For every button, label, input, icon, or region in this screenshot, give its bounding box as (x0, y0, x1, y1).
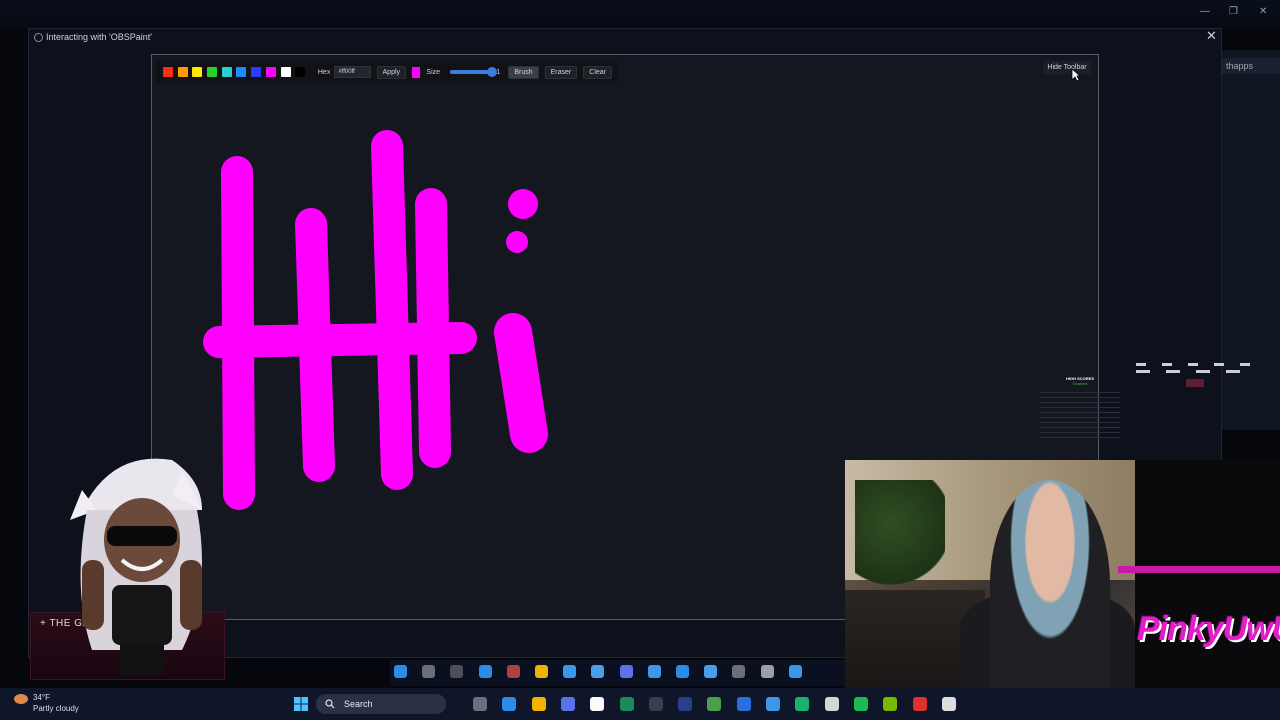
color-swatch[interactable] (295, 67, 306, 77)
dialog-close-button[interactable]: ✕ (1206, 28, 1217, 44)
size-slider[interactable] (450, 67, 498, 77)
color-swatch[interactable] (280, 67, 291, 77)
taskbar-app-icon[interactable] (736, 697, 751, 711)
weather-icon[interactable] (14, 694, 28, 704)
preview-app-icon (450, 665, 464, 678)
preview-app-icon (422, 665, 436, 678)
minimize-icon[interactable]: — (1200, 6, 1210, 17)
color-swatch[interactable] (251, 67, 262, 77)
taskbar-app-icon[interactable] (619, 697, 634, 711)
windows-taskbar (0, 688, 1280, 720)
taskbar-app-icon[interactable] (883, 697, 898, 711)
vtuber-avatar (70, 458, 202, 675)
taskbar-search[interactable]: Search (316, 694, 446, 714)
size-label: Size (426, 68, 441, 76)
weather-temp[interactable]: 34°F (33, 693, 50, 702)
color-swatches (163, 67, 310, 77)
brush-stroke (494, 313, 548, 453)
preview-app-icon (591, 665, 605, 678)
color-swatch[interactable] (177, 67, 188, 77)
taskbar-app-icon[interactable] (853, 697, 868, 711)
eraser-button[interactable]: Eraser (544, 65, 578, 79)
preview-app-icon (676, 665, 689, 678)
taskbar-app-icon[interactable] (531, 697, 546, 711)
clear-button[interactable]: Clear (583, 65, 612, 79)
streamer-logo: PinkyUwU (1137, 610, 1280, 648)
color-swatch[interactable] (236, 67, 247, 77)
background-app-titlebar (0, 0, 1280, 28)
high-scores-subtitle: Channel (1072, 381, 1088, 386)
preview-app-icon (535, 665, 548, 678)
color-swatch[interactable] (163, 67, 173, 77)
webcam-feed (845, 460, 1135, 690)
preview-app-icon (506, 665, 520, 678)
current-color-preview[interactable] (412, 66, 421, 78)
brush-button[interactable]: Brush (508, 65, 539, 79)
high-scores-list (1040, 388, 1120, 438)
maximize-icon[interactable]: ❐ (1229, 6, 1238, 17)
preview-app-icon (394, 665, 407, 678)
taskbar-app-icon[interactable] (502, 697, 517, 711)
search-label: Search (344, 699, 373, 709)
paint-toolbar: Hex #ff00ff Apply Size 51 Brush Eraser C… (156, 61, 618, 83)
weather-desc[interactable]: Partly cloudy (33, 704, 79, 713)
taskbar-app-icon[interactable] (473, 697, 487, 711)
high-scores-widget: HIGH SCORES Channel (1040, 360, 1120, 446)
mouse-cursor-icon (1071, 68, 1081, 82)
hex-label: Hex (317, 68, 331, 76)
preview-app-icon (563, 665, 577, 678)
dialog-title: Interacting with 'OBSPaint' (46, 32, 152, 42)
preview-app-icon (647, 665, 661, 678)
hud-badge (1186, 379, 1204, 387)
taskbar-app-icon[interactable] (707, 697, 722, 711)
preview-app-icon (788, 665, 802, 678)
close-icon[interactable]: ✕ (1259, 6, 1267, 17)
brush-stroke (371, 130, 413, 490)
start-icon[interactable] (293, 697, 309, 711)
size-slider-fill (450, 70, 493, 74)
taskbar-app-icon[interactable] (941, 697, 956, 711)
color-swatch[interactable] (192, 67, 203, 77)
preview-app-icon (478, 665, 492, 678)
preview-app-icon (760, 665, 774, 678)
webcam-person (990, 480, 1110, 688)
hide-toolbar-button[interactable]: Hide Toolbar (1043, 61, 1091, 74)
taskbar-app-icon[interactable] (766, 697, 780, 711)
tab-label: thapps (1226, 61, 1254, 71)
obs-icon (34, 33, 43, 42)
taskbar-app-icon[interactable] (590, 697, 605, 711)
background-app-tab[interactable]: thapps (1222, 58, 1280, 74)
preview-app-icon (732, 665, 746, 678)
hud-row (1136, 363, 1256, 366)
color-swatch[interactable] (265, 67, 276, 77)
taskbar-app-icon[interactable] (795, 697, 810, 711)
preview-app-icon (619, 665, 633, 678)
taskbar-app-icon[interactable] (912, 697, 927, 711)
stream-logo-panel (1135, 460, 1280, 688)
size-slider-knob[interactable] (487, 67, 498, 77)
search-icon (325, 699, 335, 709)
apply-button[interactable]: Apply (376, 65, 407, 79)
taskbar-app-icon[interactable] (824, 697, 839, 711)
preview-app-icon (704, 665, 718, 678)
brush-stroke (203, 322, 477, 358)
hex-input[interactable]: #ff00ff (334, 66, 371, 78)
taskbar-app-icon[interactable] (560, 697, 575, 711)
taskbar-app-icon[interactable] (648, 697, 663, 711)
color-swatch[interactable] (221, 67, 232, 77)
neon-strip (1118, 566, 1280, 573)
game-hud (1136, 360, 1256, 390)
taskbar-app-icon[interactable] (678, 697, 693, 711)
webcam-plants (855, 480, 945, 590)
hud-row (1136, 370, 1256, 373)
color-swatch[interactable] (207, 67, 218, 77)
